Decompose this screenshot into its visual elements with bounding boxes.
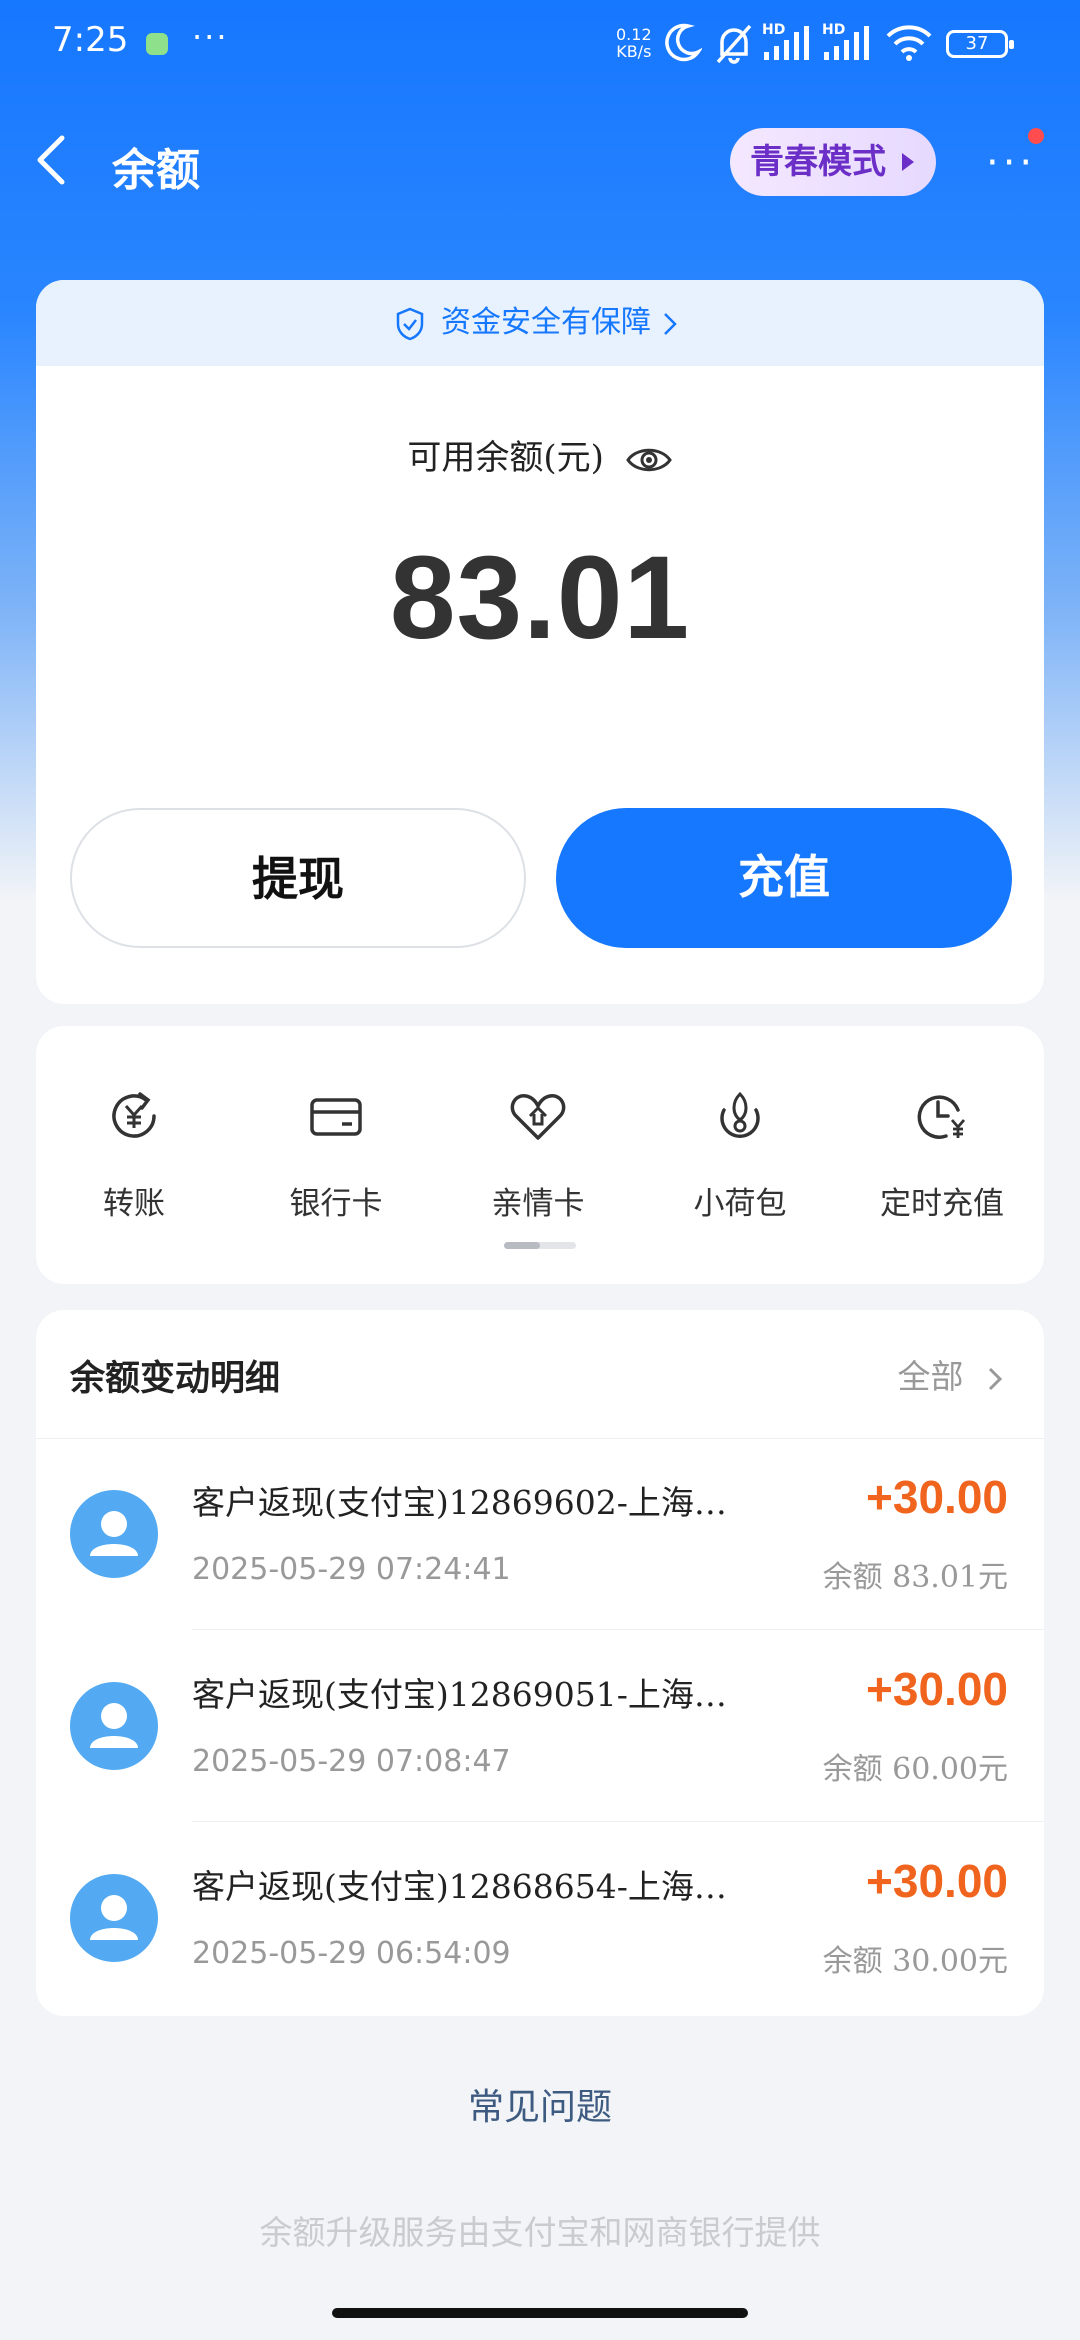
transaction-remaining: 余额 30.00元 <box>822 1944 1008 1979</box>
transaction-list: 余额变动明细 全部 客户返现(支付宝)12869602-上海… 2025-05-… <box>36 1310 1044 2016</box>
transaction-time: 2025-05-29 07:08:47 <box>192 1744 511 1779</box>
function-grid: 转账 银行卡 亲情卡 小荷包 定时充值 <box>36 1026 1044 1284</box>
transfer-icon <box>112 1092 156 1138</box>
transaction-row[interactable]: 客户返现(支付宝)12869602-上海… 2025-05-29 07:24:4… <box>36 1438 1044 1630</box>
user-avatar-icon <box>70 1874 158 1962</box>
family-card-icon <box>510 1094 566 1140</box>
func-transfer[interactable]: 转账 <box>36 1084 234 1223</box>
transaction-title: 余额变动明细 <box>70 1358 281 1399</box>
transaction-name: 客户返现(支付宝)12869602-上海… <box>192 1483 727 1522</box>
back-arrow-icon[interactable] <box>30 130 78 190</box>
status-bar: 7:25 ··· 0.12 KB/s HD HD 37 <box>0 0 1080 90</box>
more-menu-button[interactable]: ··· <box>986 140 1036 186</box>
faq-link[interactable]: 常见问题 <box>0 2078 1080 2130</box>
transaction-name: 客户返现(支付宝)12868654-上海… <box>192 1867 727 1906</box>
user-avatar-icon <box>70 1490 158 1578</box>
chevron-right-icon <box>663 313 677 335</box>
wifi-icon <box>886 25 932 61</box>
pouch-icon <box>720 1091 760 1138</box>
func-family-card[interactable]: 亲情卡 <box>438 1084 638 1223</box>
recharge-button[interactable]: 充值 <box>556 808 1012 948</box>
footer-text: 余额升级服务由支付宝和网商银行提供 <box>259 2213 821 2252</box>
scheduled-recharge-icon <box>917 1095 966 1139</box>
triangle-right-icon <box>902 153 914 171</box>
chevron-right-icon <box>988 1367 1003 1391</box>
shield-check-icon <box>397 307 424 341</box>
safety-banner[interactable]: 资金安全有保障 <box>36 280 1044 366</box>
user-avatar-icon <box>70 1682 158 1770</box>
transaction-time: 2025-05-29 07:24:41 <box>192 1552 511 1587</box>
bank-card-icon <box>310 1098 362 1136</box>
view-all-button[interactable]: 全部 <box>898 1350 1005 1398</box>
transaction-amount: +30.00 <box>866 1663 1008 1715</box>
moon-icon <box>665 23 702 62</box>
transaction-remaining: 余额 83.01元 <box>822 1560 1008 1595</box>
func-pouch[interactable]: 小荷包 <box>640 1084 840 1223</box>
eye-icon[interactable] <box>625 443 673 477</box>
home-indicator[interactable] <box>332 2308 748 2318</box>
mute-bell-icon <box>716 24 752 64</box>
balance-label: 可用余额(元) <box>36 430 1044 479</box>
transaction-row[interactable]: 客户返现(支付宝)12868654-上海… 2025-05-29 06:54:0… <box>36 1822 1044 2014</box>
transaction-time: 2025-05-29 06:54:09 <box>192 1936 511 1971</box>
battery-icon: 37 <box>946 30 1014 58</box>
youth-mode-button[interactable]: 青春模式 <box>730 128 936 196</box>
transaction-amount: +30.00 <box>866 1471 1008 1523</box>
transaction-amount: +30.00 <box>866 1855 1008 1907</box>
transaction-header: 余额变动明细 全部 <box>36 1310 1044 1439</box>
notification-app-icon <box>146 33 168 55</box>
balance-card: 资金安全有保障 可用余额(元) 83.01 提现 充值 <box>36 280 1044 1004</box>
notification-dot <box>1028 128 1044 144</box>
status-time: 7:25 <box>52 20 129 60</box>
transaction-name: 客户返现(支付宝)12869051-上海… <box>192 1675 727 1714</box>
func-bank-card[interactable]: 银行卡 <box>236 1084 436 1223</box>
net-speed: 0.12 KB/s <box>616 25 652 61</box>
func-scheduled-recharge[interactable]: 定时充值 <box>842 1084 1042 1223</box>
balance-value: 83.01 <box>389 532 691 664</box>
withdraw-button[interactable]: 提现 <box>70 808 526 948</box>
transaction-row[interactable]: 客户返现(支付宝)12869051-上海… 2025-05-29 07:08:4… <box>36 1630 1044 1822</box>
status-more-dots: ··· <box>192 18 229 56</box>
scroll-indicator <box>504 1242 576 1249</box>
page-title: 余额 <box>112 145 200 196</box>
transaction-remaining: 余额 60.00元 <box>822 1752 1008 1787</box>
